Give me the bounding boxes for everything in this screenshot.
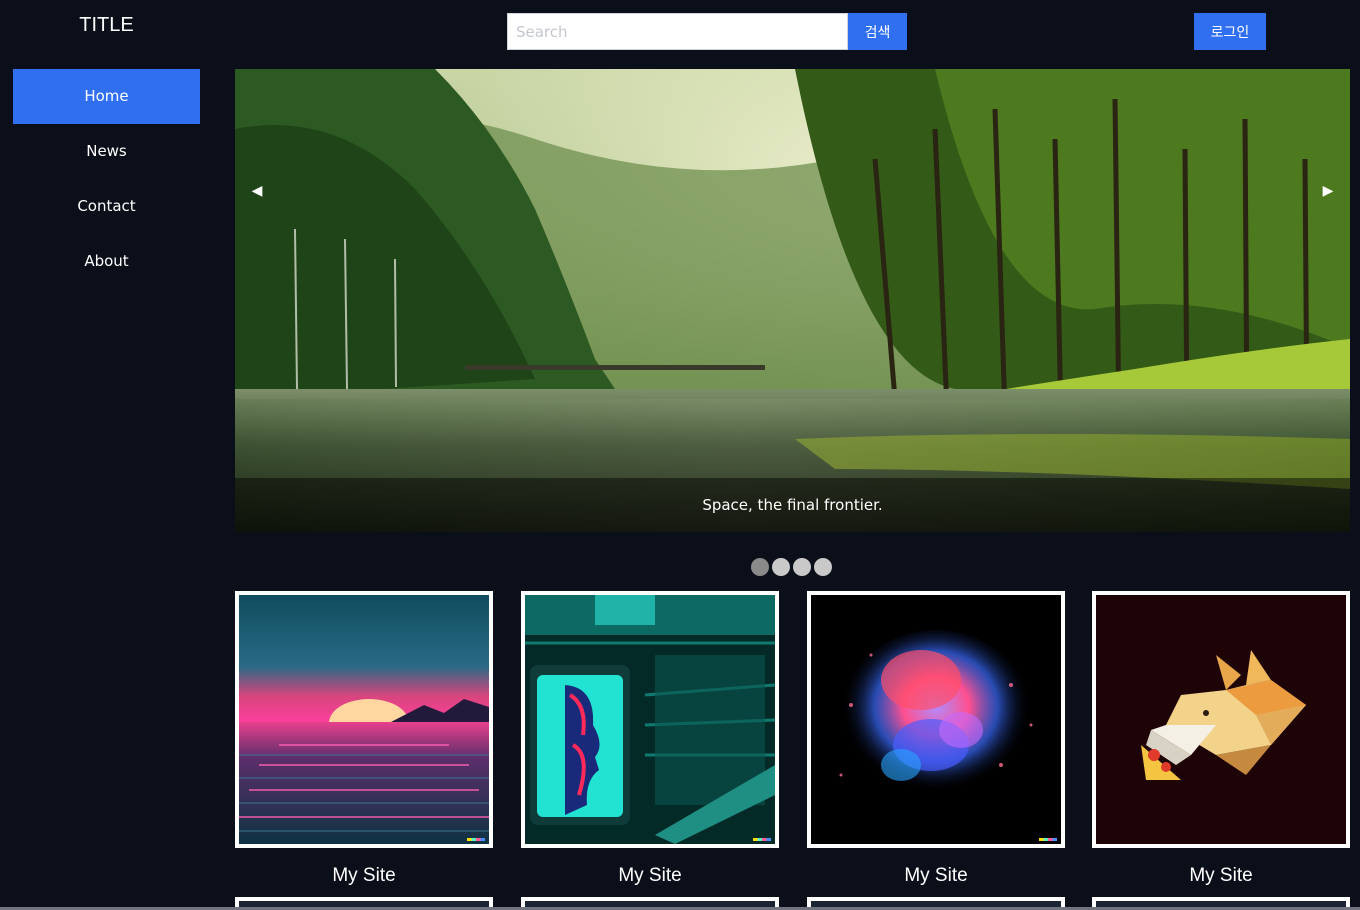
- gallery-card-image[interactable]: [235, 591, 493, 848]
- gallery-card-caption: My Site: [618, 865, 682, 886]
- gallery-card-image[interactable]: [521, 591, 779, 848]
- site-title: TITLE: [79, 14, 134, 36]
- gallery-card-caption: My Site: [1189, 865, 1253, 886]
- sidebar-item-about[interactable]: About: [13, 234, 200, 289]
- carousel-dot-4[interactable]: [814, 558, 832, 576]
- login-button[interactable]: 로그인: [1194, 13, 1266, 50]
- neon-subway-image: [525, 595, 775, 844]
- synthwave-sunset-image: [239, 595, 489, 844]
- color-badge: [1039, 838, 1057, 841]
- color-badge: [467, 838, 485, 841]
- carousel-dot-3[interactable]: [793, 558, 811, 576]
- sidebar-item-news[interactable]: News: [13, 124, 200, 179]
- gallery-card[interactable]: My Site: [1092, 591, 1350, 887]
- origami-fox-image: [1096, 595, 1346, 844]
- gallery-card[interactable]: My Site: [235, 591, 493, 887]
- sidebar: TITLE Home News Contact About: [0, 0, 213, 910]
- hero-carousel: ◀ ▶ Space, the final frontier.: [235, 69, 1350, 532]
- sidebar-item-contact[interactable]: Contact: [13, 179, 200, 234]
- carousel-caption: Space, the final frontier.: [235, 478, 1350, 532]
- gallery-card-image[interactable]: [1092, 591, 1350, 848]
- carousel-next-button[interactable]: ▶: [1313, 176, 1343, 206]
- gallery-card-caption: My Site: [332, 865, 396, 886]
- color-badge: [753, 838, 771, 841]
- carousel-dot-2[interactable]: [772, 558, 790, 576]
- gallery-card[interactable]: My Site: [521, 591, 779, 887]
- search-button[interactable]: 검색: [848, 13, 907, 50]
- carousel-dot-1[interactable]: [751, 558, 769, 576]
- color-explosion-image: [811, 595, 1061, 844]
- forest-lake-slide-image: [235, 69, 1350, 532]
- search-bar: 검색: [507, 13, 907, 50]
- search-input[interactable]: [507, 13, 848, 50]
- sidebar-nav: Home News Contact About: [13, 69, 200, 289]
- gallery-card-image[interactable]: [807, 591, 1065, 848]
- gallery-card[interactable]: My Site: [807, 591, 1065, 887]
- carousel-prev-button[interactable]: ◀: [242, 176, 272, 206]
- sidebar-item-home[interactable]: Home: [13, 69, 200, 124]
- carousel-indicators: [751, 558, 832, 576]
- gallery-card-caption: My Site: [904, 865, 968, 886]
